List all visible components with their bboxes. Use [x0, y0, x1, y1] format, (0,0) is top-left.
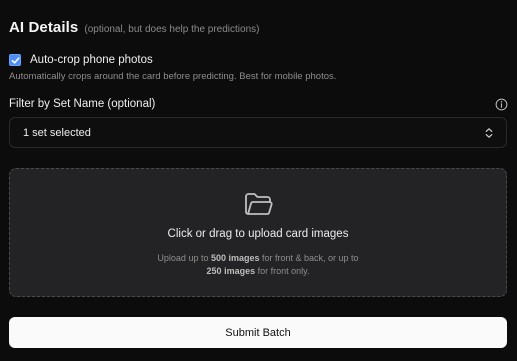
limit-front-back: 500 images — [210, 253, 260, 263]
upload-dropzone[interactable]: Click or drag to upload card images Uplo… — [9, 168, 507, 297]
autocrop-label[interactable]: Auto-crop phone photos — [30, 54, 153, 66]
dropzone-instruction: Click or drag to upload card images — [167, 228, 349, 240]
set-filter-value: 1 set selected — [23, 126, 91, 139]
checkmark-icon — [11, 56, 20, 64]
chevron-up-down-icon — [485, 127, 493, 138]
ai-details-form: AI Details (optional, but does help the … — [0, 0, 517, 361]
section-title-note: (optional, but does help the predictions… — [84, 24, 260, 35]
set-filter-select[interactable]: 1 set selected — [9, 117, 507, 148]
autocrop-checkbox[interactable] — [9, 54, 21, 66]
info-icon[interactable] — [495, 98, 508, 111]
folder-open-icon — [245, 193, 273, 215]
autocrop-help-text: Automatically crops around the card befo… — [9, 71, 337, 82]
submit-batch-button[interactable]: Submit Batch — [9, 317, 507, 348]
filter-label: Filter by Set Name (optional) — [9, 98, 156, 110]
limits-suffix: for front only. — [255, 266, 310, 276]
limits-middle: for front & back, or up to — [259, 253, 359, 263]
autocrop-option[interactable]: Auto-crop phone photos — [9, 54, 153, 66]
limit-front-only: 250 images — [206, 266, 256, 276]
dropzone-limits: Upload up to 500 images for front & back… — [10, 252, 506, 278]
section-title: AI Details — [9, 19, 79, 36]
section-header: AI Details (optional, but does help the … — [9, 19, 259, 36]
limits-prefix: Upload up to — [157, 253, 211, 263]
